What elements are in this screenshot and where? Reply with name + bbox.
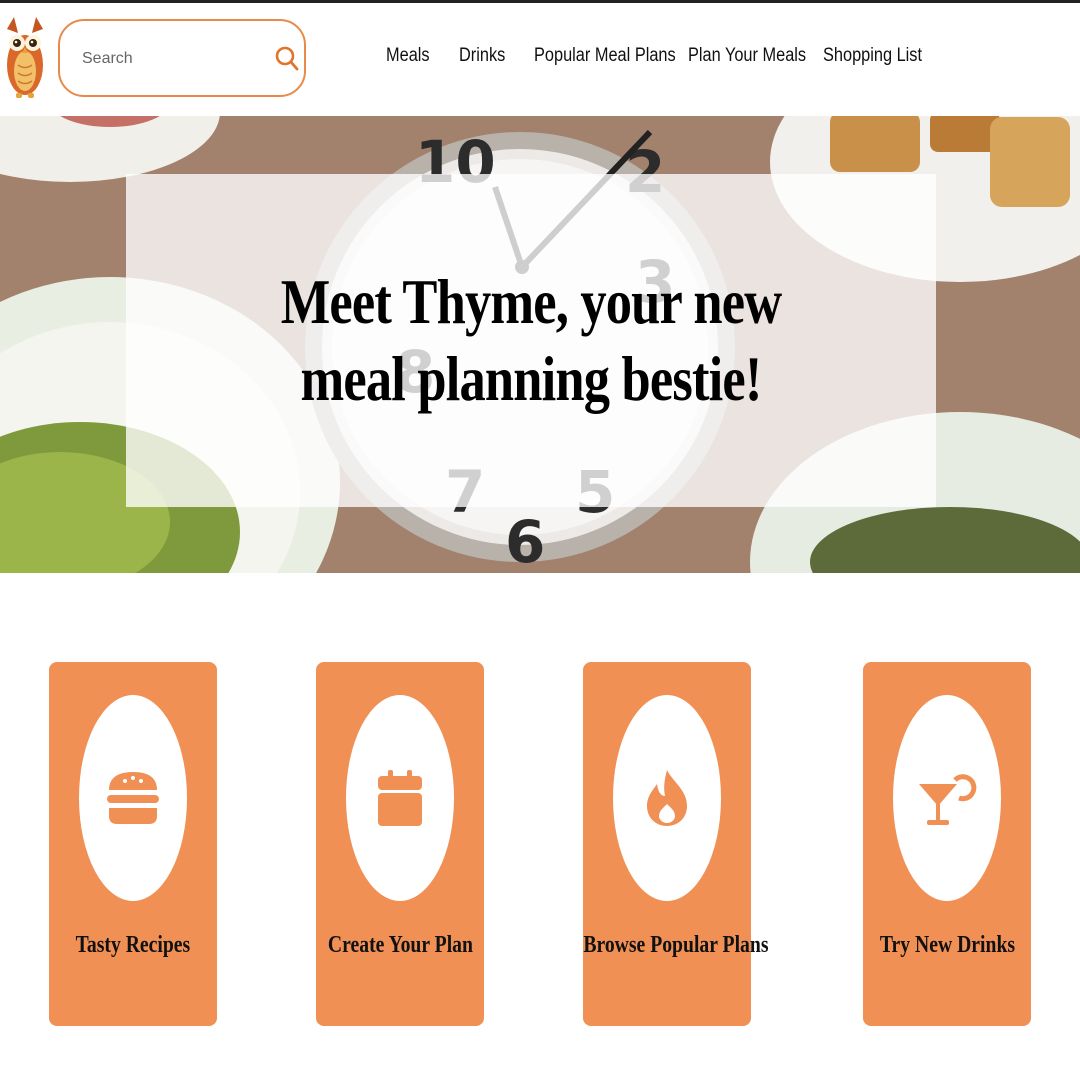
search-box[interactable] xyxy=(58,19,306,97)
cocktail-icon xyxy=(919,774,977,825)
card-browse-popular-plans[interactable]: Browse Popular Plans xyxy=(583,662,768,1026)
search-icon[interactable] xyxy=(274,45,300,73)
card-label: Tasty Recipes xyxy=(75,932,191,958)
burger-icon xyxy=(107,772,159,824)
card-label: Try New Drinks xyxy=(879,932,1015,958)
card-label: Create Your Plan xyxy=(327,932,473,958)
search-input[interactable] xyxy=(80,45,264,73)
card-icon-circle xyxy=(893,695,1001,901)
card-create-your-plan[interactable]: Create Your Plan xyxy=(316,662,484,1026)
svg-text:6: 6 xyxy=(505,508,545,573)
hero-title: Meet Thyme, your new meal planning besti… xyxy=(280,265,782,414)
owl-logo[interactable] xyxy=(4,13,46,101)
card-label: Browse Popular Plans xyxy=(583,932,769,958)
nav-popular-meal-plans[interactable]: Popular Meal Plans xyxy=(534,45,676,67)
card-icon-circle xyxy=(346,695,454,901)
card-icon-circle xyxy=(79,695,187,901)
nav-plan-your-meals[interactable]: Plan Your Meals xyxy=(688,45,806,67)
fire-icon xyxy=(647,770,687,826)
hero-overlay: Meet Thyme, your new meal planning besti… xyxy=(126,174,936,507)
card-tasty-recipes[interactable]: Tasty Recipes xyxy=(49,662,217,1026)
card-try-new-drinks[interactable]: Try New Drinks xyxy=(863,662,1031,1026)
card-icon-circle xyxy=(613,695,721,901)
hero-banner: 10 2 3 8 7 6 5 Meet Thyme, your new meal… xyxy=(0,92,1080,573)
site-header: Meals Drinks Popular Meal Plans Plan You… xyxy=(0,3,1080,116)
nav-drinks[interactable]: Drinks xyxy=(459,45,505,67)
calendar-icon xyxy=(378,770,422,826)
nav-meals[interactable]: Meals xyxy=(386,45,430,67)
nav-shopping-list[interactable]: Shopping List xyxy=(823,45,922,67)
